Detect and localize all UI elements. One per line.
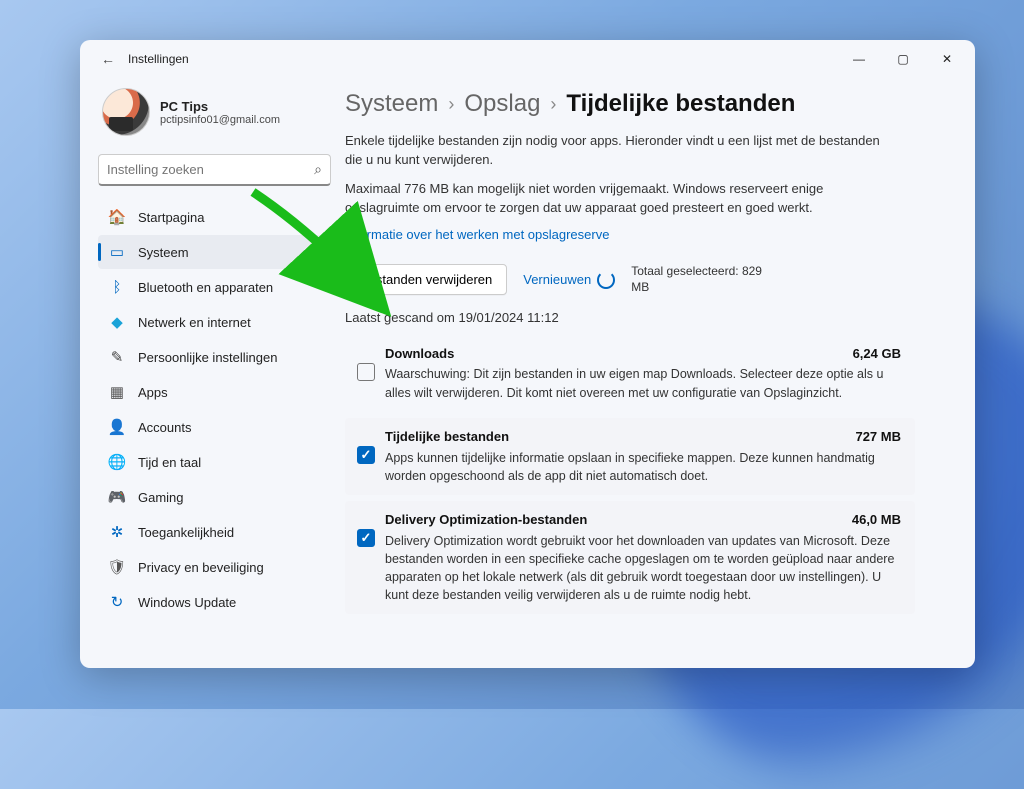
main-panel: Systeem › Opslag › Tijdelijke bestanden … <box>345 78 975 668</box>
nav-item-startpagina[interactable]: 🏠 Startpagina <box>98 200 331 234</box>
nav-label: Netwerk en internet <box>138 315 251 330</box>
nav-item-windows-update[interactable]: ↻ Windows Update <box>98 585 331 619</box>
cleanup-item: Delivery Optimization-bestanden 46,0 MB De… <box>345 501 915 614</box>
item-checkbox[interactable] <box>357 529 375 547</box>
nav-label: Toegankelijkheid <box>138 525 234 540</box>
nav-label: Accounts <box>138 420 191 435</box>
settings-window: ← Instellingen — ▢ ✕ PC Tips pctipsinfo0… <box>80 40 975 668</box>
chevron-right-icon: › <box>550 94 556 115</box>
item-title: Tijdelijke bestanden <box>385 428 509 447</box>
nav-label: Windows Update <box>138 595 236 610</box>
intro-text-1: Enkele tijdelijke bestanden zijn nodig v… <box>345 132 885 170</box>
nav-item-bluetooth-en-apparaten[interactable]: ᛒ Bluetooth en apparaten <box>98 270 331 304</box>
nav-item-systeem[interactable]: ▭ Systeem <box>98 235 331 269</box>
nav-item-privacy-en-beveiliging[interactable]: 🛡 Privacy en beveiliging <box>98 550 331 584</box>
maximize-button[interactable]: ▢ <box>881 44 925 74</box>
window-title: Instellingen <box>128 52 837 66</box>
nav-label: Persoonlijke instellingen <box>138 350 277 365</box>
avatar <box>102 88 150 136</box>
nav-item-tijd-en-taal[interactable]: 🌐 Tijd en taal <box>98 445 331 479</box>
nav-icon: ᛒ <box>108 278 126 296</box>
item-checkbox[interactable] <box>357 363 375 381</box>
search-field[interactable] <box>107 162 314 177</box>
remove-files-button[interactable]: Bestanden verwijderen <box>345 264 507 295</box>
item-desc: Delivery Optimization wordt gebruikt voo… <box>385 532 901 605</box>
chevron-right-icon: › <box>448 94 454 115</box>
minimize-button[interactable]: — <box>837 44 881 74</box>
profile[interactable]: PC Tips pctipsinfo01@gmail.com <box>98 86 331 150</box>
nav-label: Apps <box>138 385 168 400</box>
refresh-label: Vernieuwen <box>523 272 591 287</box>
nav-icon: ✎ <box>108 348 126 366</box>
search-input[interactable]: ⌕ <box>98 154 331 186</box>
item-size: 6,24 GB <box>853 345 901 364</box>
nav-icon: ↻ <box>108 593 126 611</box>
nav-item-netwerk-en-internet[interactable]: ◆ Netwerk en internet <box>98 305 331 339</box>
refresh-button[interactable]: Vernieuwen <box>523 271 615 289</box>
nav-icon: 🌐 <box>108 453 126 471</box>
item-size: 46,0 MB <box>852 511 901 530</box>
intro-text-2: Maximaal 776 MB kan mogelijk niet worden… <box>345 180 885 218</box>
refresh-icon <box>597 271 615 289</box>
sidebar: PC Tips pctipsinfo01@gmail.com ⌕ 🏠 Startp… <box>80 78 345 668</box>
nav-icon: 🏠 <box>108 208 126 226</box>
total-selected: Totaal geselecteerd: 829 MB <box>631 264 781 295</box>
close-button[interactable]: ✕ <box>925 44 969 74</box>
back-button[interactable]: ← <box>96 51 120 67</box>
nav-label: Privacy en beveiliging <box>138 560 264 575</box>
nav-item-accounts[interactable]: 👤 Accounts <box>98 410 331 444</box>
nav-icon: ▭ <box>108 243 126 261</box>
item-desc: Apps kunnen tijdelijke informatie opslaa… <box>385 449 901 485</box>
nav-item-gaming[interactable]: 🎮 Gaming <box>98 480 331 514</box>
nav-item-apps[interactable]: ▦ Apps <box>98 375 331 409</box>
item-title: Delivery Optimization-bestanden <box>385 511 587 530</box>
nav-label: Systeem <box>138 245 189 260</box>
item-desc: Waarschuwing: Dit zijn bestanden in uw e… <box>385 365 901 401</box>
item-checkbox[interactable] <box>357 446 375 464</box>
cleanup-item: Downloads 6,24 GBWaarschuwing: Dit zijn b… <box>345 335 915 412</box>
nav-label: Startpagina <box>138 210 205 225</box>
file-list: Downloads 6,24 GBWaarschuwing: Dit zijn b… <box>345 335 915 615</box>
nav-icon: 🎮 <box>108 488 126 506</box>
search-icon: ⌕ <box>314 161 322 178</box>
breadcrumb-current: Tijdelijke bestanden <box>566 90 795 118</box>
profile-email: pctipsinfo01@gmail.com <box>160 114 280 126</box>
reserve-info-link[interactable]: Informatie over het werken met opslagres… <box>345 227 947 242</box>
nav-item-persoonlijke-instellingen[interactable]: ✎ Persoonlijke instellingen <box>98 340 331 374</box>
nav-icon: ▦ <box>108 383 126 401</box>
breadcrumb-storage[interactable]: Opslag <box>464 90 540 118</box>
breadcrumb-system[interactable]: Systeem <box>345 90 438 118</box>
nav-item-toegankelijkheid[interactable]: ✲ Toegankelijkheid <box>98 515 331 549</box>
nav-icon: 👤 <box>108 418 126 436</box>
nav-label: Tijd en taal <box>138 455 201 470</box>
last-scanned: Laatst gescand om 19/01/2024 11:12 <box>345 310 947 325</box>
action-row: Bestanden verwijderen Vernieuwen Totaal … <box>345 264 947 295</box>
nav-label: Bluetooth en apparaten <box>138 280 273 295</box>
nav-label: Gaming <box>138 490 184 505</box>
breadcrumb: Systeem › Opslag › Tijdelijke bestanden <box>345 90 947 118</box>
item-title: Downloads <box>385 345 454 364</box>
nav-icon: ◆ <box>108 313 126 331</box>
nav-icon: ✲ <box>108 523 126 541</box>
cleanup-item: Tijdelijke bestanden 727 MB Apps kunnen ti… <box>345 418 915 495</box>
profile-name: PC Tips <box>160 99 280 114</box>
nav-list: 🏠 Startpagina ▭ Systeem ᛒ Bluetooth en appara… <box>98 200 331 619</box>
titlebar: ← Instellingen — ▢ ✕ <box>80 40 975 78</box>
item-size: 727 MB <box>855 428 901 447</box>
nav-icon: 🛡 <box>108 558 126 576</box>
